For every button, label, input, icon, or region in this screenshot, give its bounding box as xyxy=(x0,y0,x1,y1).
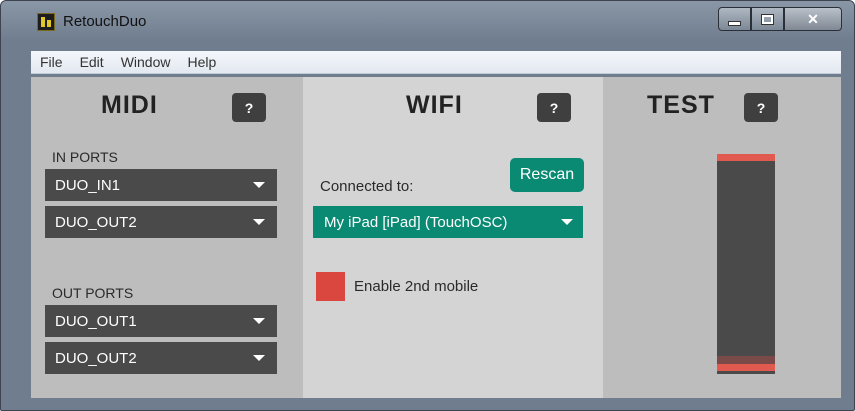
meter-top-marker xyxy=(717,154,775,161)
app-logo-icon xyxy=(37,13,55,31)
chevron-down-icon xyxy=(253,318,265,324)
chevron-down-icon xyxy=(253,219,265,225)
menu-edit[interactable]: Edit xyxy=(71,54,112,70)
midi-panel: MIDI ? IN PORTS DUO_IN1 DUO_OUT2 OUT POR… xyxy=(31,77,303,398)
wifi-help-button[interactable]: ? xyxy=(537,93,571,122)
rescan-button[interactable]: Rescan xyxy=(510,158,584,192)
window-title: RetouchDuo xyxy=(63,13,147,30)
menu-file[interactable]: File xyxy=(31,54,71,70)
title-bar[interactable]: RetouchDuo ✕ xyxy=(1,1,854,47)
in-port-select-1[interactable]: DUO_IN1 xyxy=(45,169,277,201)
chevron-down-icon xyxy=(561,219,573,225)
window-controls: ✕ xyxy=(718,7,842,33)
in-port-value-2: DUO_OUT2 xyxy=(55,213,137,231)
menu-bar: File Edit Window Help xyxy=(31,51,841,74)
test-title: TEST xyxy=(647,91,715,119)
out-port-value-2: DUO_OUT2 xyxy=(55,349,137,367)
test-panel: TEST ? xyxy=(603,77,841,398)
in-port-select-2[interactable]: DUO_OUT2 xyxy=(45,206,277,238)
meter-bottom-marker xyxy=(717,364,775,371)
midi-help-button[interactable]: ? xyxy=(232,93,266,122)
menu-help[interactable]: Help xyxy=(178,54,224,70)
meter-low-band xyxy=(717,356,775,364)
out-port-select-2[interactable]: DUO_OUT2 xyxy=(45,342,277,374)
main-content: MIDI ? IN PORTS DUO_IN1 DUO_OUT2 OUT POR… xyxy=(31,77,841,398)
midi-title: MIDI xyxy=(101,91,158,119)
wifi-panel: WIFI ? Connected to: Rescan My iPad [iPa… xyxy=(303,77,603,398)
test-level-meter[interactable] xyxy=(717,154,775,374)
in-port-value-1: DUO_IN1 xyxy=(55,176,121,194)
enable-second-mobile-checkbox[interactable] xyxy=(316,272,345,301)
connected-to-label: Connected to: xyxy=(320,178,414,195)
chevron-down-icon xyxy=(253,355,265,361)
device-value: My iPad [iPad] (TouchOSC) xyxy=(324,213,508,231)
minimize-icon xyxy=(728,20,741,26)
app-window: RetouchDuo ✕ File Edit Window Help MIDI … xyxy=(0,0,855,411)
out-port-value-1: DUO_OUT1 xyxy=(55,312,137,330)
out-ports-label: OUT PORTS xyxy=(52,285,134,301)
out-port-select-1[interactable]: DUO_OUT1 xyxy=(45,305,277,337)
wifi-title: WIFI xyxy=(406,91,463,119)
enable-second-mobile-label: Enable 2nd mobile xyxy=(354,278,479,295)
minimize-button[interactable] xyxy=(718,7,751,31)
device-select[interactable]: My iPad [iPad] (TouchOSC) xyxy=(313,206,583,238)
maximize-button[interactable] xyxy=(751,7,784,31)
test-help-button[interactable]: ? xyxy=(744,93,778,122)
maximize-icon xyxy=(761,13,774,25)
menu-window[interactable]: Window xyxy=(112,54,179,70)
chevron-down-icon xyxy=(253,182,265,188)
close-button[interactable]: ✕ xyxy=(784,7,842,31)
in-ports-label: IN PORTS xyxy=(52,149,118,165)
close-icon: ✕ xyxy=(807,10,819,27)
